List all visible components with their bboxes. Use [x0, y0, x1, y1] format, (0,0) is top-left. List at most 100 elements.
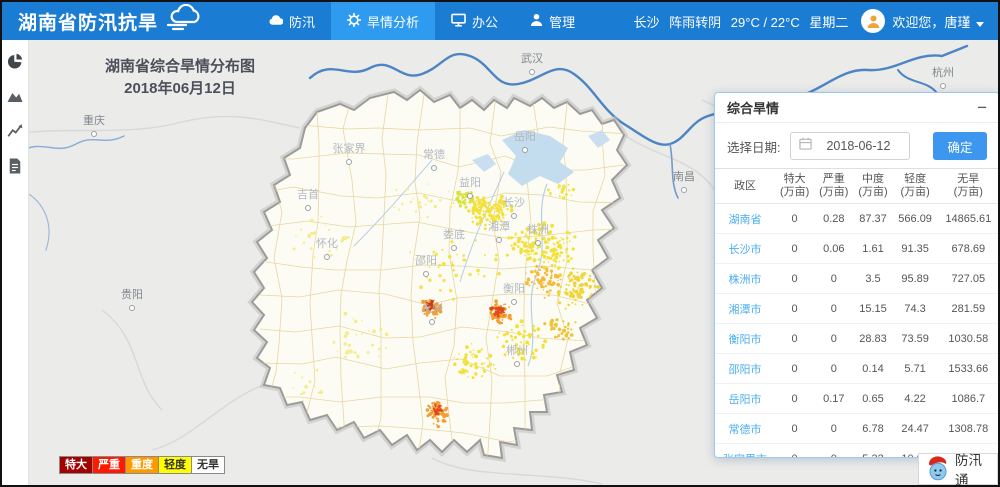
panel-title: 综合旱情	[727, 98, 779, 117]
value-cell: 0	[775, 354, 814, 384]
city-marker	[431, 165, 437, 171]
city-marker	[129, 305, 135, 311]
table-row[interactable]: 长沙市00.061.6191.35678.69	[715, 234, 999, 264]
collapse-panel-button[interactable]: −	[977, 101, 987, 115]
value-cell: 91.35	[893, 234, 938, 264]
value-cell: 6.78	[853, 414, 892, 444]
value-cell: 1030.58	[938, 324, 999, 354]
value-cell: 727.05	[938, 264, 999, 294]
city-label-outside: 南昌	[673, 168, 695, 184]
city-marker	[467, 193, 473, 199]
city-label-outside: 武汉	[521, 50, 543, 66]
column-header: 严重(万亩)	[814, 169, 853, 204]
region-link[interactable]: 湖南省	[715, 204, 775, 234]
legend-item: 轻度	[158, 456, 192, 474]
weather-temps: 29°C / 22°C	[731, 15, 800, 30]
line-chart-icon[interactable]	[6, 122, 24, 140]
table-row[interactable]: 岳阳市00.170.654.221086.7	[715, 384, 999, 414]
city-marker	[496, 237, 502, 243]
city-label-inside: 郴州	[506, 342, 528, 358]
calendar-icon	[799, 137, 812, 155]
mascot-icon	[926, 455, 950, 484]
value-cell: 0	[775, 384, 814, 414]
legend-item: 重度	[125, 456, 159, 474]
region-link[interactable]: 长沙市	[715, 234, 775, 264]
weather-city: 长沙	[634, 15, 660, 30]
region-link[interactable]: 邵阳市	[715, 354, 775, 384]
legend-item: 特大	[59, 456, 93, 474]
region-link[interactable]: 衡阳市	[715, 324, 775, 354]
table-row[interactable]: 衡阳市0028.8373.591030.58	[715, 324, 999, 354]
city-label-outside: 杭州	[932, 64, 954, 80]
fangxuntong-launcher[interactable]: 防汛通	[918, 453, 998, 485]
nav-label-drought-analysis: 旱情分析	[367, 12, 419, 31]
value-cell: 0.14	[853, 354, 892, 384]
nav-item-office[interactable]: 办公	[435, 2, 514, 40]
value-cell: 0.06	[814, 234, 853, 264]
column-header: 无旱(万亩)	[938, 169, 999, 204]
value-cell: 0	[775, 204, 814, 234]
app-logo[interactable]: 湖南省防汛抗旱	[2, 4, 204, 38]
city-label-outside: 重庆	[83, 112, 105, 128]
city-marker	[305, 205, 311, 211]
nav-item-admin[interactable]: 管理	[514, 2, 591, 40]
monitor-icon	[451, 13, 466, 30]
city-marker	[514, 361, 520, 367]
value-cell: 0.28	[814, 204, 853, 234]
main-nav: 防汛 旱情分析	[252, 2, 591, 40]
table-row[interactable]: 湘潭市0015.1574.3281.59	[715, 294, 999, 324]
city-label-inside: 株洲	[527, 221, 549, 237]
city-label-inside: 邵阳	[415, 252, 437, 268]
area-chart-icon[interactable]	[6, 87, 24, 105]
user-avatar[interactable]	[861, 9, 885, 33]
region-link[interactable]: 株洲市	[715, 264, 775, 294]
city-marker	[324, 254, 330, 260]
city-marker	[511, 299, 517, 305]
nav-label-flood: 防汛	[289, 12, 315, 31]
value-cell: 0	[814, 324, 853, 354]
chevron-down-icon	[976, 22, 984, 27]
map-title-date: 2018年06月12日	[80, 78, 280, 100]
value-cell: 0	[775, 294, 814, 324]
city-label-inside: 长沙	[503, 194, 525, 210]
value-cell: 1.61	[853, 234, 892, 264]
value-cell: 5.32	[853, 444, 892, 459]
region-link[interactable]: 常德市	[715, 414, 775, 444]
cloud-icon	[268, 14, 283, 29]
pie-chart-icon[interactable]	[6, 52, 24, 70]
city-label-inside: 岳阳	[514, 128, 536, 144]
logo-cloud-icon	[164, 4, 204, 38]
value-cell: 0.17	[814, 384, 853, 414]
nav-item-flood[interactable]: 防汛	[252, 2, 331, 40]
user-menu[interactable]: 欢迎您，唐瑾	[892, 12, 984, 31]
value-cell: 0	[814, 354, 853, 384]
table-row[interactable]: 常德市006.7824.471308.78	[715, 414, 999, 444]
date-value: 2018-06-12	[826, 139, 890, 153]
value-cell: 281.59	[938, 294, 999, 324]
value-cell: 4.22	[893, 384, 938, 414]
value-cell: 0	[775, 414, 814, 444]
city-label-inside: 永州	[421, 300, 443, 316]
value-cell: 3.5	[853, 264, 892, 294]
report-icon[interactable]	[6, 157, 24, 175]
region-link[interactable]: 湘潭市	[715, 294, 775, 324]
table-row[interactable]: 邵阳市000.145.711533.66	[715, 354, 999, 384]
city-label-inside: 常德	[423, 146, 445, 162]
value-cell: 73.59	[893, 324, 938, 354]
region-link[interactable]: 岳阳市	[715, 384, 775, 414]
date-picker-input[interactable]: 2018-06-12	[790, 132, 910, 160]
city-marker	[429, 319, 435, 325]
table-row[interactable]: 湖南省00.2887.37566.0914865.61	[715, 204, 999, 234]
city-marker	[423, 271, 429, 277]
nav-item-drought-analysis[interactable]: 旱情分析	[331, 2, 435, 40]
region-link[interactable]: 张家界市	[715, 444, 775, 459]
drought-table: 政区特大(万亩)严重(万亩)中度(万亩)轻度(万亩)无旱(万亩) 湖南省00.2…	[715, 168, 999, 458]
table-row[interactable]: 株洲市003.595.89727.05	[715, 264, 999, 294]
legend-item: 无旱	[191, 456, 225, 474]
confirm-button[interactable]: 确定	[933, 132, 987, 160]
column-header: 轻度(万亩)	[893, 169, 938, 204]
panel-header: 综合旱情 −	[715, 93, 999, 123]
value-cell: 0	[814, 444, 853, 459]
city-label-inside: 张家界	[333, 140, 366, 156]
left-toolbar	[2, 40, 29, 487]
